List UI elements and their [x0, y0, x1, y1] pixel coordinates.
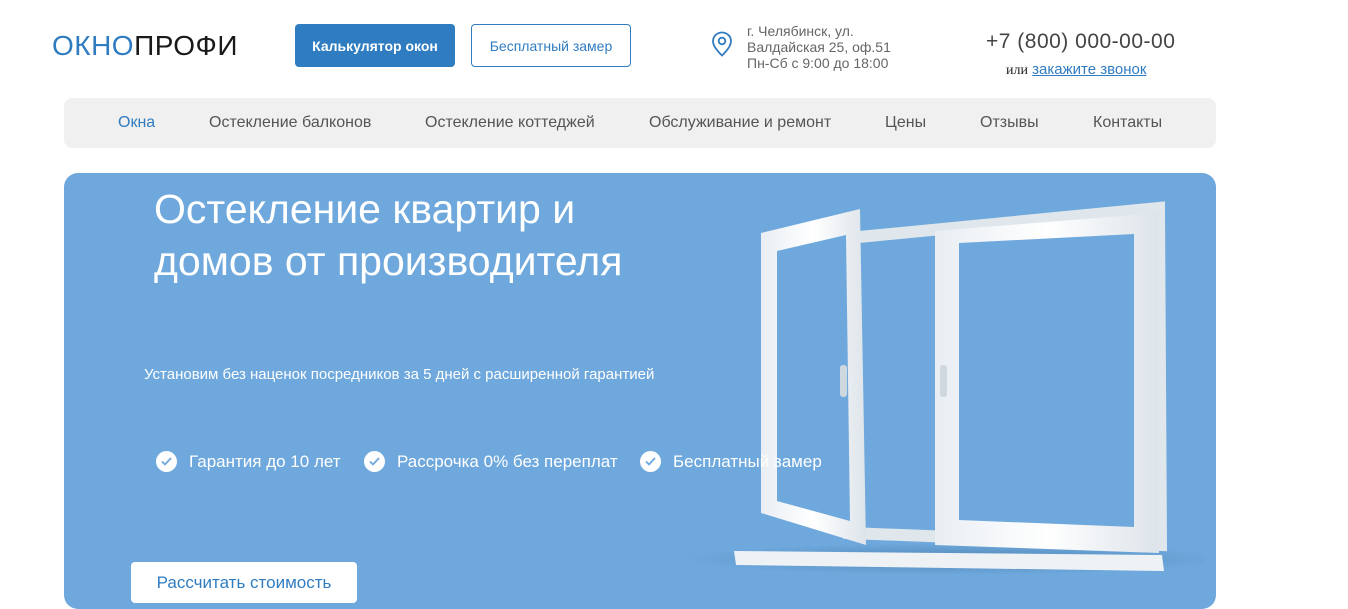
nav-item-cottages[interactable]: Остекление коттеджей [425, 114, 595, 132]
address-line-1: г. Челябинск, ул. [747, 23, 854, 39]
nav-item-prices[interactable]: Цены [885, 114, 926, 132]
hero-title: Остекление квартир и домов от производит… [154, 186, 623, 284]
address-line-2: Валдайская 25, оф.51 [747, 39, 891, 55]
check-icon [156, 451, 177, 472]
or-text: или [1006, 63, 1028, 78]
check-icon [364, 451, 385, 472]
window-calculator-button[interactable]: Калькулятор окон [295, 24, 455, 67]
address-block: г. Челябинск, ул. Валдайская 25, оф.51 П… [747, 23, 891, 71]
callback-link[interactable]: закажите звонок [1032, 61, 1146, 78]
calculate-cost-button[interactable]: Рассчитать стоимость [131, 562, 357, 603]
check-icon [640, 451, 661, 472]
nav-item-service[interactable]: Обслуживание и ремонт [649, 114, 831, 132]
working-hours: Пн-Сб с 9:00 до 18:00 [747, 55, 889, 71]
map-pin-icon [711, 31, 733, 62]
feature-installment: Рассрочка 0% без переплат [364, 451, 618, 472]
nav-item-balconies[interactable]: Остекление балконов [209, 114, 371, 132]
feature-warranty: Гарантия до 10 лет [156, 451, 341, 472]
hero-banner: Остекление квартир и домов от производит… [64, 173, 1216, 609]
site-logo[interactable]: ОКНОПРОФИ [52, 30, 238, 62]
logo-part-2: ПРОФИ [134, 30, 238, 61]
hero-subtitle: Установим без наценок посредников за 5 д… [144, 366, 655, 383]
nav-item-reviews[interactable]: Отзывы [980, 114, 1039, 132]
feature-installment-label: Рассрочка 0% без переплат [397, 451, 618, 471]
feature-free-measure-label: Бесплатный замер [673, 451, 822, 471]
main-nav: Окна Остекление балконов Остекление котт… [64, 98, 1216, 148]
window-image [684, 201, 1204, 575]
feature-free-measure: Бесплатный замер [640, 451, 822, 472]
free-measure-button[interactable]: Бесплатный замер [471, 24, 631, 67]
feature-warranty-label: Гарантия до 10 лет [189, 451, 341, 471]
nav-item-contacts[interactable]: Контакты [1093, 114, 1162, 132]
nav-item-windows[interactable]: Окна [118, 114, 155, 132]
logo-part-1: ОКНО [52, 30, 135, 61]
callback-line: или закажите звонок [1006, 61, 1146, 79]
phone-number[interactable]: +7 (800) 000-00-00 [986, 30, 1175, 54]
